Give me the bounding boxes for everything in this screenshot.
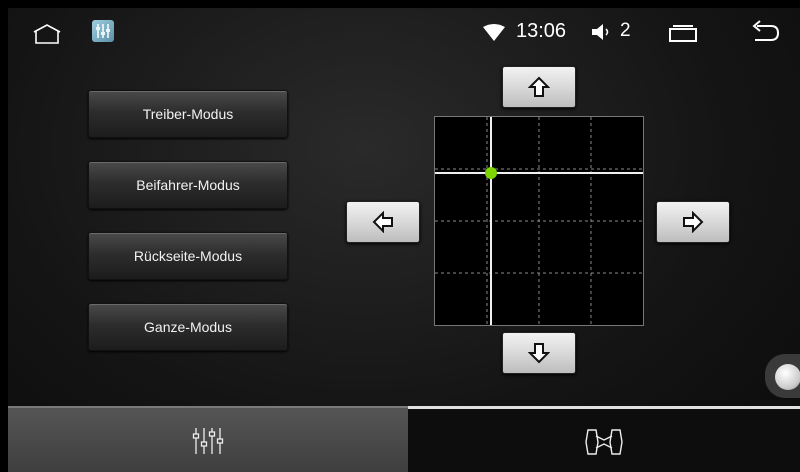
balance-position-marker[interactable] [485, 167, 497, 179]
passenger-mode-label: Beifahrer-Modus [136, 177, 240, 193]
all-mode-button[interactable]: Ganze-Modus [88, 303, 288, 351]
move-left-button[interactable] [346, 201, 420, 243]
floating-assist-button[interactable] [765, 354, 800, 398]
recent-apps-icon[interactable] [668, 24, 698, 42]
arrow-down-icon [528, 343, 550, 364]
rear-mode-button[interactable]: Rückseite-Modus [88, 232, 288, 280]
move-right-button[interactable] [656, 201, 730, 243]
volume-icon[interactable] [590, 22, 612, 42]
grid-dotted-lines [435, 117, 643, 325]
driver-mode-label: Treiber-Modus [142, 106, 234, 122]
tab-equalizer[interactable] [8, 406, 408, 472]
back-icon[interactable] [749, 20, 781, 44]
driver-mode-button[interactable]: Treiber-Modus [88, 90, 288, 138]
move-up-button[interactable] [502, 66, 576, 108]
status-bar: 13:06 2 [8, 8, 800, 56]
all-mode-label: Ganze-Modus [144, 319, 232, 335]
passenger-mode-button[interactable]: Beifahrer-Modus [88, 161, 288, 209]
balance-grid-canvas[interactable] [435, 117, 643, 325]
equalizer-app-icon[interactable] [92, 20, 114, 42]
home-icon[interactable] [32, 24, 62, 44]
tab-fader-balance[interactable] [408, 406, 800, 472]
arrow-left-icon [372, 211, 393, 233]
rear-mode-label: Rückseite-Modus [133, 248, 243, 264]
volume-level: 2 [620, 20, 631, 41]
screen: 13:06 2 Treiber-Modus Beifahrer-Modus Rü… [8, 8, 800, 472]
assist-circle-icon [775, 364, 800, 390]
car-seats-icon [585, 429, 623, 455]
balance-fader-grid[interactable] [434, 116, 644, 326]
equalizer-sliders-icon [192, 428, 224, 454]
move-down-button[interactable] [502, 332, 576, 374]
bottom-tab-bar [8, 406, 800, 472]
wifi-icon [483, 24, 505, 41]
clock: 13:06 [516, 20, 567, 42]
arrow-right-icon [683, 211, 704, 233]
arrow-up-icon [528, 76, 550, 97]
